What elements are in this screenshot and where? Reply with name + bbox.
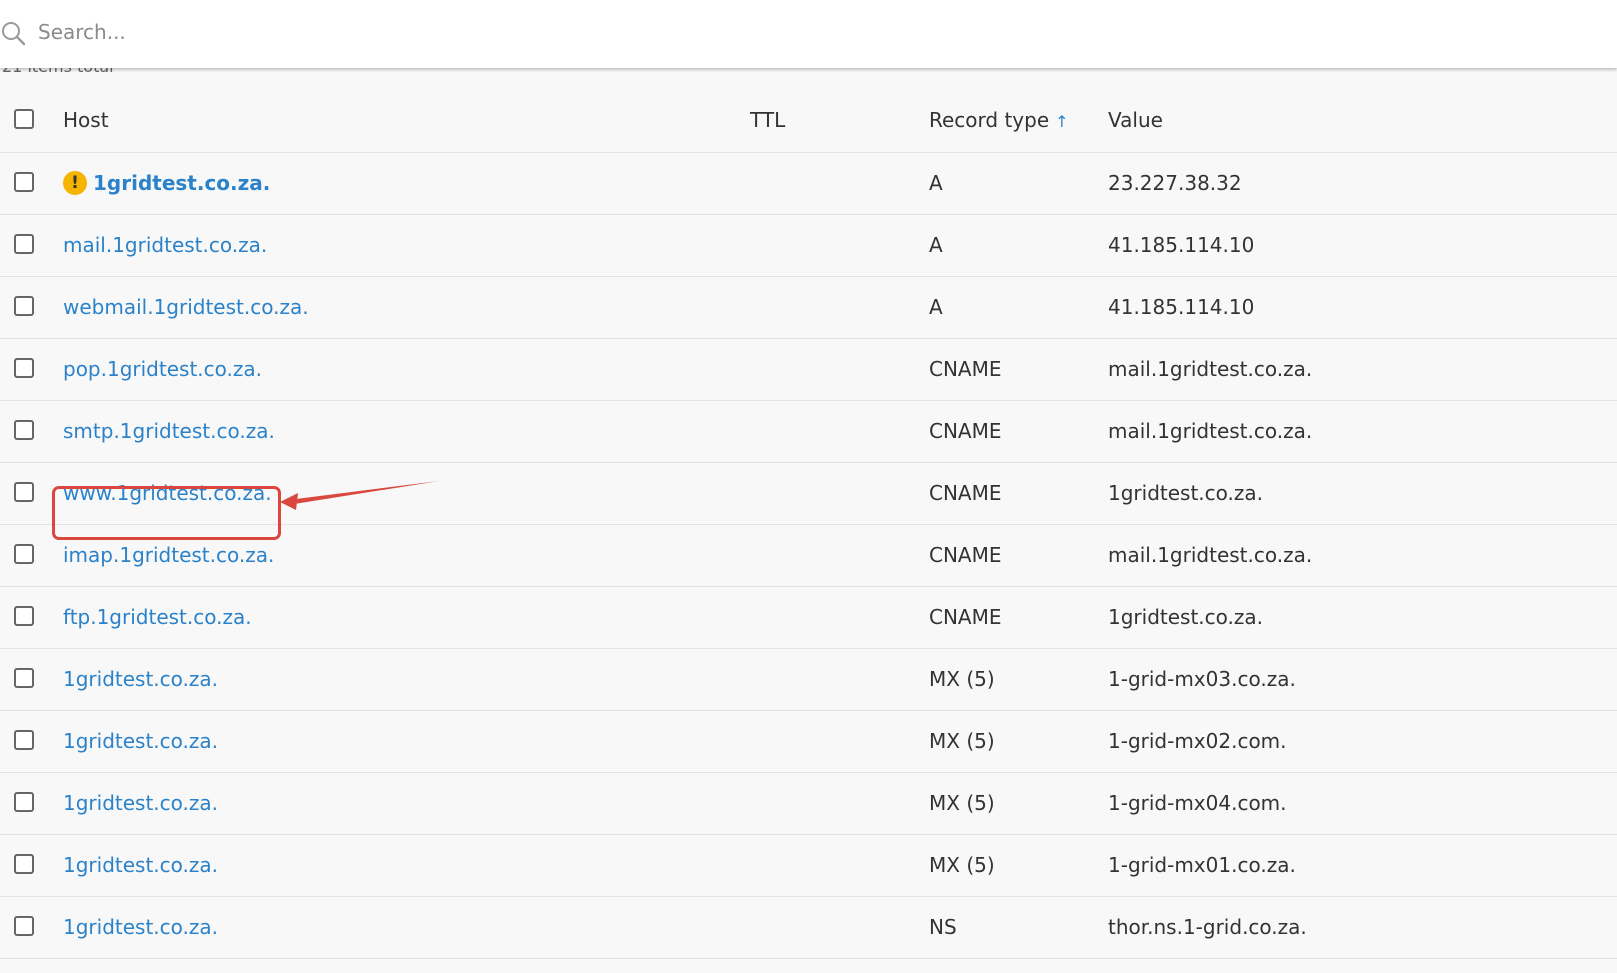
select-all-checkbox[interactable] xyxy=(14,109,34,129)
record-type-cell: NS xyxy=(929,915,957,939)
host-cell: mail.1gridtest.co.za. xyxy=(63,233,267,257)
table-row: smtp.1gridtest.co.za. CNAME mail.1gridtest… xyxy=(0,401,1617,463)
record-type-cell: MX (5) xyxy=(929,791,995,815)
record-type-cell: A xyxy=(929,233,943,257)
record-type-cell: A xyxy=(929,171,943,195)
host-cell: 1gridtest.co.za. xyxy=(63,915,218,939)
table-row: 1gridtest.co.za. MX (5) 1-grid-mx02.com. xyxy=(0,711,1617,773)
host-cell: ! 1gridtest.co.za. xyxy=(63,170,270,195)
value-cell: mail.1gridtest.co.za. xyxy=(1108,357,1313,381)
row-checkbox[interactable] xyxy=(14,916,34,936)
column-header-record-type[interactable]: Record type ↑ xyxy=(929,108,1069,132)
record-type-cell: MX (5) xyxy=(929,853,995,877)
host-link[interactable]: mail.1gridtest.co.za. xyxy=(63,233,267,257)
row-checkbox[interactable] xyxy=(14,358,34,378)
host-cell: webmail.1gridtest.co.za. xyxy=(63,295,309,319)
host-cell: 1gridtest.co.za. xyxy=(63,853,218,877)
table-row: webmail.1gridtest.co.za. A 41.185.114.10 xyxy=(0,277,1617,339)
row-checkbox[interactable] xyxy=(14,420,34,440)
table-row: 1gridtest.co.za. MX (5) 1-grid-mx01.co.za. xyxy=(0,835,1617,897)
record-type-cell: MX (5) xyxy=(929,667,995,691)
host-cell: smtp.1gridtest.co.za. xyxy=(63,419,275,443)
host-cell: 1gridtest.co.za. xyxy=(63,791,218,815)
record-type-cell: CNAME xyxy=(929,419,1002,443)
row-checkbox[interactable] xyxy=(14,854,34,874)
record-type-cell: CNAME xyxy=(929,543,1002,567)
host-link[interactable]: 1gridtest.co.za. xyxy=(63,915,218,939)
record-type-cell: MX (5) xyxy=(929,729,995,753)
sort-ascending-icon: ↑ xyxy=(1055,112,1069,131)
value-cell: 1-grid-mx02.com. xyxy=(1108,729,1287,753)
warning-icon[interactable]: ! xyxy=(63,170,87,195)
host-cell: ftp.1gridtest.co.za. xyxy=(63,605,252,629)
host-link[interactable]: smtp.1gridtest.co.za. xyxy=(63,419,275,443)
host-cell: pop.1gridtest.co.za. xyxy=(63,357,262,381)
record-type-cell: CNAME xyxy=(929,357,1002,381)
host-link[interactable]: 1gridtest.co.za. xyxy=(93,171,270,195)
column-header-host[interactable]: Host xyxy=(63,108,109,132)
row-checkbox[interactable] xyxy=(14,482,34,502)
value-cell: 1-grid-mx03.co.za. xyxy=(1108,667,1296,691)
host-cell: imap.1gridtest.co.za. xyxy=(63,543,274,567)
annotation-arrow xyxy=(280,481,439,510)
host-link[interactable]: 1gridtest.co.za. xyxy=(63,853,218,877)
table-row: ftp.1gridtest.co.za. CNAME 1gridtest.co.za… xyxy=(0,587,1617,649)
host-link[interactable]: ftp.1gridtest.co.za. xyxy=(63,605,252,629)
row-checkbox[interactable] xyxy=(14,234,34,254)
value-cell: 41.185.114.10 xyxy=(1108,233,1255,257)
host-link[interactable]: 1gridtest.co.za. xyxy=(63,791,218,815)
host-link[interactable]: webmail.1gridtest.co.za. xyxy=(63,295,309,319)
record-type-cell: CNAME xyxy=(929,605,1002,629)
annotation-highlight-box xyxy=(52,486,281,540)
search-input[interactable] xyxy=(38,16,738,48)
row-checkbox[interactable] xyxy=(14,544,34,564)
record-type-label: Record type xyxy=(929,108,1050,132)
table-row: 1gridtest.co.za. MX (5) 1-grid-mx03.co.za. xyxy=(0,649,1617,711)
value-cell: mail.1gridtest.co.za. xyxy=(1108,543,1313,567)
column-header-ttl[interactable]: TTL xyxy=(750,108,785,132)
host-cell: 1gridtest.co.za. xyxy=(63,667,218,691)
value-cell: thor.ns.1-grid.co.za. xyxy=(1108,915,1307,939)
row-checkbox[interactable] xyxy=(14,792,34,812)
row-checkbox[interactable] xyxy=(14,730,34,750)
row-checkbox[interactable] xyxy=(14,296,34,316)
host-link[interactable]: pop.1gridtest.co.za. xyxy=(63,357,262,381)
search-bar xyxy=(0,0,1617,68)
row-checkbox[interactable] xyxy=(14,668,34,688)
column-header-value[interactable]: Value xyxy=(1108,108,1163,132)
value-cell: 1gridtest.co.za. xyxy=(1108,605,1264,629)
host-link[interactable]: 1gridtest.co.za. xyxy=(63,667,218,691)
table-row: 1gridtest.co.za. MX (5) 1-grid-mx04.com. xyxy=(0,773,1617,835)
host-link[interactable]: 1gridtest.co.za. xyxy=(63,729,218,753)
search-icon xyxy=(2,22,26,46)
host-cell: 1gridtest.co.za. xyxy=(63,729,218,753)
value-cell: mail.1gridtest.co.za. xyxy=(1108,419,1313,443)
table-header-row: Host TTL Record type ↑ Value xyxy=(0,90,1617,153)
row-checkbox[interactable] xyxy=(14,606,34,626)
table-row: 1gridtest.co.za. NS thor.ns.1-grid.co.za. xyxy=(0,897,1617,959)
table-row: ! 1gridtest.co.za. A 23.227.38.32 xyxy=(0,153,1617,215)
value-cell: 1-grid-mx04.com. xyxy=(1108,791,1287,815)
table-body: ! 1gridtest.co.za. A 23.227.38.32 mail.1grid… xyxy=(0,153,1617,959)
value-cell: 41.185.114.10 xyxy=(1108,295,1255,319)
host-link[interactable]: imap.1gridtest.co.za. xyxy=(63,543,274,567)
value-cell: 1-grid-mx01.co.za. xyxy=(1108,853,1296,877)
value-cell: 1gridtest.co.za. xyxy=(1108,481,1264,505)
value-cell: 23.227.38.32 xyxy=(1108,171,1242,195)
record-type-cell: CNAME xyxy=(929,481,1002,505)
table-row: mail.1gridtest.co.za. A 41.185.114.10 xyxy=(0,215,1617,277)
row-checkbox[interactable] xyxy=(14,172,34,192)
table-row: pop.1gridtest.co.za. CNAME mail.1gridtest.… xyxy=(0,339,1617,401)
record-type-cell: A xyxy=(929,295,943,319)
